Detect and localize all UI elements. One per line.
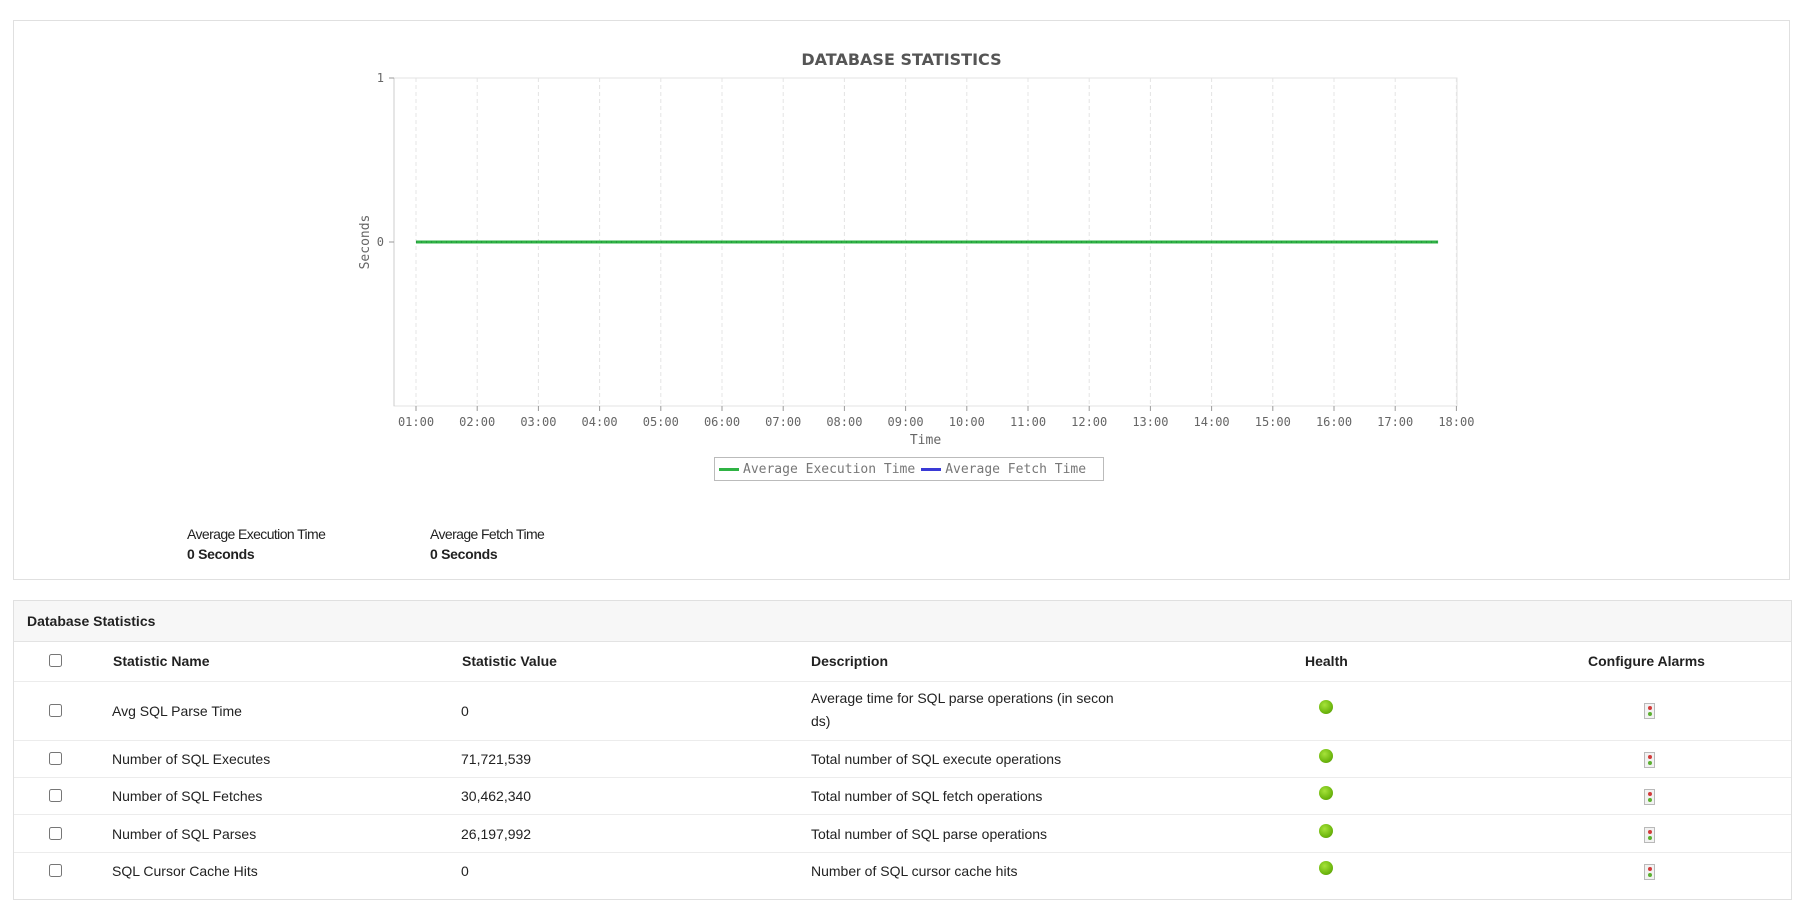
x-tick-label: 07:00 bbox=[765, 415, 801, 429]
legend-label-fetch: Average Fetch Time bbox=[945, 461, 1087, 477]
x-tick-label: 18:00 bbox=[1438, 415, 1474, 429]
x-tick-label: 12:00 bbox=[1071, 415, 1107, 429]
x-tick-label: 11:00 bbox=[1010, 415, 1046, 429]
chart-panel: DATABASE STATISTICS 01:00 02:00 03:00 04:00… bbox=[13, 20, 1790, 580]
column-header-description[interactable]: Description bbox=[811, 653, 888, 669]
column-header-configure-alarms: Configure Alarms bbox=[1588, 653, 1705, 669]
row-checkbox[interactable] bbox=[49, 704, 62, 717]
x-tick-label: 06:00 bbox=[704, 415, 740, 429]
summary-label: Average Execution Time bbox=[187, 526, 326, 542]
y-axis-title: Seconds bbox=[358, 215, 373, 270]
summary-value: 0 Seconds bbox=[430, 546, 498, 562]
statistic-name: SQL Cursor Cache Hits bbox=[112, 863, 258, 879]
select-all-checkbox[interactable] bbox=[49, 654, 62, 667]
statistic-name: Avg SQL Parse Time bbox=[112, 703, 242, 719]
summary-label: Average Fetch Time bbox=[430, 526, 545, 542]
x-tick-label: 16:00 bbox=[1316, 415, 1352, 429]
y-tick-label: 0 bbox=[377, 235, 384, 249]
green-status-dot-icon bbox=[1319, 824, 1333, 838]
legend-swatch-fetch bbox=[921, 467, 942, 471]
legend-label-execution: Average Execution Time bbox=[743, 461, 916, 477]
x-tick-label: 05:00 bbox=[643, 415, 679, 429]
traffic-light-alarm-icon[interactable] bbox=[1644, 703, 1655, 719]
row-checkbox[interactable] bbox=[49, 827, 62, 840]
x-tick-label: 10:00 bbox=[949, 415, 985, 429]
row-checkbox[interactable] bbox=[49, 789, 62, 802]
table-row: SQL Cursor Cache Hits 0 Number of SQL cu… bbox=[14, 853, 1791, 889]
column-header-statistic-value[interactable]: Statistic Value bbox=[462, 653, 557, 669]
summary-execution-time: Average Execution Time 0 Seconds bbox=[187, 526, 326, 562]
x-tick-label: 08:00 bbox=[826, 415, 862, 429]
x-tick-label: 02:00 bbox=[459, 415, 495, 429]
statistic-name: Number of SQL Fetches bbox=[112, 788, 263, 804]
legend-item-execution-time[interactable]: Average Execution Time bbox=[719, 462, 915, 477]
statistic-value: 0 bbox=[461, 703, 469, 719]
y-tick-label: 1 bbox=[377, 71, 384, 85]
x-tick-label: 03:00 bbox=[520, 415, 556, 429]
statistic-description: Total number of SQL parse operations bbox=[811, 826, 1048, 842]
table-row: Number of SQL Fetches 30,462,340 Total n… bbox=[14, 778, 1791, 815]
row-checkbox[interactable] bbox=[49, 864, 62, 877]
x-tick-label: 09:00 bbox=[888, 415, 924, 429]
column-header-statistic-name[interactable]: Statistic Name bbox=[113, 653, 209, 669]
x-tick-label: 17:00 bbox=[1377, 415, 1413, 429]
legend-item-fetch-time[interactable]: Average Fetch Time bbox=[921, 462, 1086, 477]
table-row: Number of SQL Parses 26,197,992 Total nu… bbox=[14, 815, 1791, 853]
statistic-description: Average time for SQL parse operations (i… bbox=[811, 690, 1114, 706]
statistic-value: 0 bbox=[461, 863, 469, 879]
column-header-health: Health bbox=[1305, 653, 1348, 669]
table-row: Avg SQL Parse Time 0 Average time for SQ… bbox=[14, 682, 1791, 741]
x-axis-title: Time bbox=[910, 433, 941, 448]
statistic-value: 30,462,340 bbox=[461, 788, 532, 804]
row-checkbox[interactable] bbox=[49, 752, 62, 765]
chart-legend: Average Execution Time Average Fetch Tim… bbox=[714, 457, 1104, 481]
statistic-description-line2: ds) bbox=[811, 713, 831, 729]
statistic-value: 71,721,539 bbox=[461, 751, 532, 767]
statistic-description: Number of SQL cursor cache hits bbox=[811, 863, 1018, 879]
traffic-light-alarm-icon[interactable] bbox=[1644, 752, 1655, 768]
green-status-dot-icon bbox=[1319, 700, 1333, 714]
x-tick-label: 13:00 bbox=[1132, 415, 1168, 429]
legend-swatch-execution bbox=[719, 467, 739, 471]
database-statistics-table: Database Statistics Statistic Name Stati… bbox=[13, 600, 1792, 900]
table-title: Database Statistics bbox=[14, 601, 1791, 642]
statistic-value: 26,197,992 bbox=[461, 826, 532, 842]
statistic-name: Number of SQL Executes bbox=[112, 751, 271, 767]
x-tick-label: 04:00 bbox=[582, 415, 618, 429]
summary-fetch-time: Average Fetch Time 0 Seconds bbox=[430, 526, 545, 562]
statistic-name: Number of SQL Parses bbox=[112, 826, 257, 842]
traffic-light-alarm-icon[interactable] bbox=[1644, 789, 1655, 805]
green-status-dot-icon bbox=[1319, 749, 1333, 763]
green-status-dot-icon bbox=[1319, 861, 1333, 875]
statistic-description: Total number of SQL execute operations bbox=[811, 751, 1062, 767]
traffic-light-alarm-icon[interactable] bbox=[1644, 864, 1655, 880]
x-tick-label: 01:00 bbox=[398, 415, 434, 429]
summary-value: 0 Seconds bbox=[187, 546, 255, 562]
x-tick-label: 14:00 bbox=[1194, 415, 1230, 429]
table-row: Number of SQL Executes 71,721,539 Total … bbox=[14, 741, 1791, 778]
table-header-row: Statistic Name Statistic Value Descripti… bbox=[14, 642, 1791, 682]
traffic-light-alarm-icon[interactable] bbox=[1644, 827, 1655, 843]
line-chart: 01:00 02:00 03:00 04:00 05:00 06:00 07:00 08:00… bbox=[358, 71, 1474, 448]
statistic-description: Total number of SQL fetch operations bbox=[811, 788, 1043, 804]
x-tick-label: 15:00 bbox=[1255, 415, 1291, 429]
green-status-dot-icon bbox=[1319, 786, 1333, 800]
